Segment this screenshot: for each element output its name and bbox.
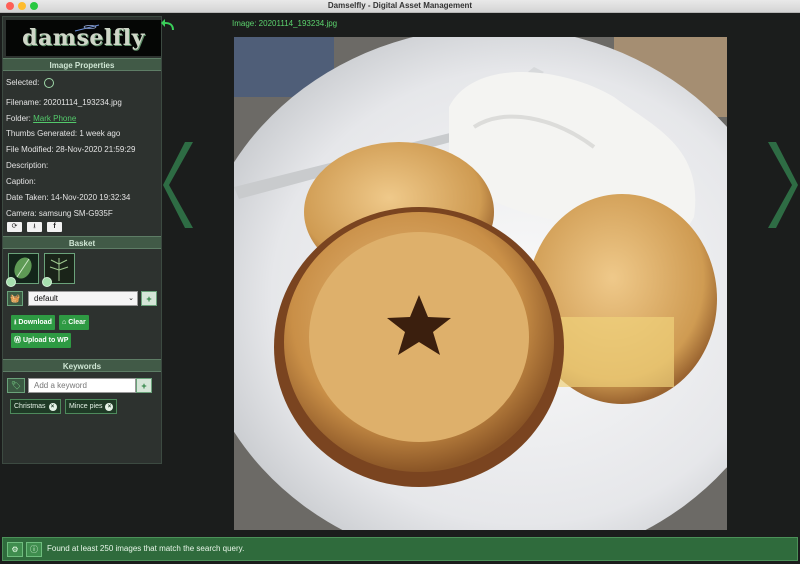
basket-select-dot[interactable] xyxy=(6,277,16,287)
app-logo: damselfly xyxy=(6,20,161,56)
remove-keyword-icon[interactable]: × xyxy=(105,403,114,411)
download-icon: ⭳ xyxy=(14,319,17,326)
keyword-chip-label: Mince pies xyxy=(69,403,103,410)
keyword-placeholder: Add a keyword xyxy=(34,381,87,390)
basket-icon: ⌂ xyxy=(62,319,67,326)
download-icon: ⭳ xyxy=(33,223,36,230)
add-basket-button[interactable]: + xyxy=(141,291,157,306)
folder-row: Folder: Mark Phone xyxy=(6,114,76,123)
plus-icon: + xyxy=(146,294,152,304)
wordpress-icon: Ⓦ xyxy=(14,337,21,344)
download-button[interactable]: ⭳ xyxy=(27,222,42,232)
date-taken: Date Taken: 14-Nov-2020 19:32:34 xyxy=(6,193,131,202)
previous-image-arrow[interactable] xyxy=(163,140,197,230)
basket-select-dot[interactable] xyxy=(42,277,52,287)
keywords-header: Keywords xyxy=(3,359,161,372)
clear-label: Clear xyxy=(68,319,86,326)
refresh-button[interactable]: ⟳ xyxy=(7,222,22,232)
basket-select[interactable]: default ⌄ xyxy=(28,291,138,306)
basket-header: Basket xyxy=(3,236,161,249)
main-image[interactable] xyxy=(234,37,727,530)
info-icon: ⓘ xyxy=(30,545,38,554)
filename-value: Filename: 20201114_193234.jpg xyxy=(6,98,122,107)
dragonfly-icon xyxy=(74,24,100,32)
select-toggle[interactable] xyxy=(43,78,54,88)
keyword-chip-mince-pies[interactable]: Mince pies × xyxy=(65,399,118,414)
add-keyword-button[interactable]: + xyxy=(136,378,152,393)
download-basket-button[interactable]: ⭳ Download xyxy=(11,315,55,330)
window-titlebar: Damselfly - Digital Asset Management xyxy=(0,0,800,13)
status-bar: ⚙ ⓘ Found at least 250 images that match… xyxy=(2,537,798,561)
window-title: Damselfly - Digital Asset Management xyxy=(327,1,473,10)
camera-model: Camera: samsung SM-G935F xyxy=(6,209,113,218)
info-button[interactable]: ⓘ xyxy=(26,542,42,557)
download-label: Download xyxy=(18,319,52,326)
keyword-chip-label: Christmas xyxy=(14,403,46,410)
basket-select-value: default xyxy=(34,294,59,303)
facebook-icon: f xyxy=(53,223,56,230)
folder-label: Folder: xyxy=(6,114,31,123)
facebook-button[interactable]: f xyxy=(47,222,62,232)
thumbs-generated: Thumbs Generated: 1 week ago xyxy=(6,129,121,138)
next-image-arrow[interactable] xyxy=(764,140,798,230)
description-label: Description: xyxy=(6,161,49,170)
plus-icon: + xyxy=(141,381,147,391)
image-properties-header: Image Properties xyxy=(3,58,161,71)
clear-basket-button[interactable]: ⌂ Clear xyxy=(59,315,89,330)
folder-link[interactable]: Mark Phone xyxy=(33,114,76,123)
gears-icon: ⚙ xyxy=(11,545,19,554)
upload-label: Upload to WP xyxy=(22,337,69,344)
settings-button[interactable]: ⚙ xyxy=(7,542,23,557)
file-modified: File Modified: 28-Nov-2020 21:59:29 xyxy=(6,145,136,154)
status-message: Found at least 250 images that match the… xyxy=(47,544,245,553)
back-arrow-icon[interactable] xyxy=(160,17,178,33)
tag-icon: 🏷 xyxy=(7,378,25,393)
mince-pies-photo xyxy=(234,37,727,530)
keyword-chip-christmas[interactable]: Christmas × xyxy=(10,399,61,414)
sidebar: damselfly Image Properties Selected: Fil… xyxy=(2,16,162,464)
refresh-icon: ⟳ xyxy=(11,223,18,230)
image-title: Image: 20201114_193234.jpg xyxy=(232,19,338,28)
basket-icon: 🧺 xyxy=(7,291,23,306)
selected-label: Selected: xyxy=(6,78,40,88)
caption-label: Caption: xyxy=(6,177,36,186)
chevron-down-icon: ⌄ xyxy=(128,295,134,302)
upload-wp-button[interactable]: Ⓦ Upload to WP xyxy=(11,333,72,348)
remove-keyword-icon[interactable]: × xyxy=(48,403,57,411)
keyword-input[interactable]: Add a keyword xyxy=(28,378,136,393)
selected-row: Selected: xyxy=(6,78,54,88)
